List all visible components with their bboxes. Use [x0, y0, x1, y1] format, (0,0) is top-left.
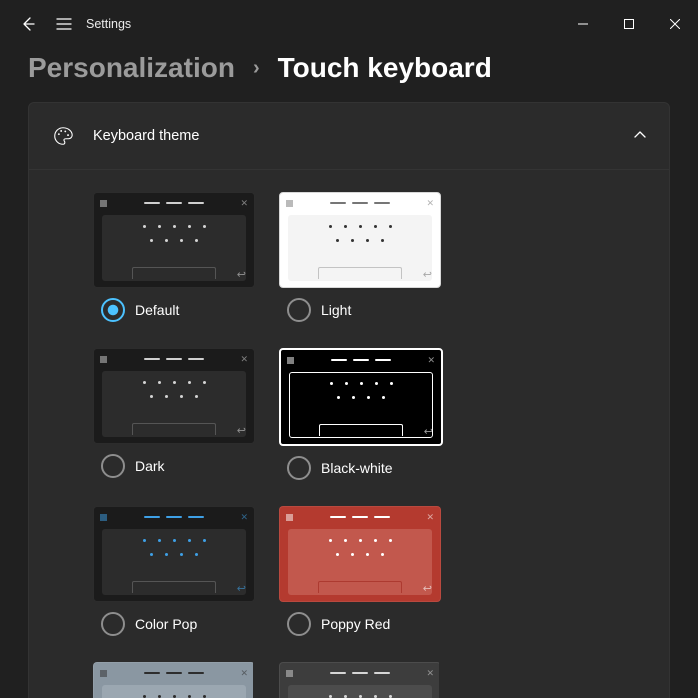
theme-grid: ✕ ↩ Default ✕ ↩ Light	[29, 170, 669, 698]
theme-preview: ✕	[279, 662, 439, 698]
breadcrumb-current: Touch keyboard	[278, 52, 492, 84]
theme-option-light[interactable]: ✕ ↩ Light	[279, 192, 439, 322]
window-title: Settings	[86, 17, 131, 31]
window-controls	[560, 8, 698, 40]
theme-label: Poppy Red	[321, 616, 390, 632]
titlebar: Settings	[0, 0, 698, 48]
theme-label: Dark	[135, 458, 165, 474]
back-arrow-icon	[20, 16, 36, 32]
maximize-icon	[624, 19, 634, 29]
radio-button[interactable]	[101, 298, 125, 322]
radio-button[interactable]	[101, 454, 125, 478]
maximize-button[interactable]	[606, 8, 652, 40]
theme-label: Default	[135, 302, 179, 318]
nav-menu-button[interactable]	[46, 0, 82, 48]
chevron-up-icon	[633, 128, 647, 145]
breadcrumb: Personalization › Touch keyboard	[0, 48, 698, 102]
theme-preview: ✕ ↩	[279, 506, 441, 602]
minimize-button[interactable]	[560, 8, 606, 40]
theme-option-poppy-red[interactable]: ✕ ↩ Poppy Red	[279, 506, 439, 636]
theme-label: Light	[321, 302, 351, 318]
card-title: Keyboard theme	[93, 128, 615, 144]
radio-button[interactable]	[287, 612, 311, 636]
hamburger-icon	[56, 18, 72, 30]
minimize-icon	[578, 19, 588, 29]
theme-option-partial[interactable]: ✕	[279, 662, 439, 698]
radio-button[interactable]	[287, 456, 311, 480]
theme-option-black-white[interactable]: ✕ ↩ Black-white	[279, 348, 439, 480]
theme-preview: ✕	[93, 662, 253, 698]
theme-label: Color Pop	[135, 616, 197, 632]
theme-option-dark[interactable]: ✕ ↩ Dark	[93, 348, 253, 480]
radio-button[interactable]	[101, 612, 125, 636]
breadcrumb-parent[interactable]: Personalization	[28, 52, 235, 84]
theme-option-default[interactable]: ✕ ↩ Default	[93, 192, 253, 322]
theme-preview: ✕ ↩	[93, 506, 255, 602]
chevron-right-icon: ›	[253, 57, 260, 80]
back-button[interactable]	[10, 0, 46, 48]
close-icon	[670, 19, 680, 29]
theme-preview: ✕ ↩	[279, 192, 441, 288]
theme-option-color-pop[interactable]: ✕ ↩ Color Pop	[93, 506, 253, 636]
theme-preview: ✕ ↩	[93, 348, 255, 444]
theme-label: Black-white	[321, 460, 393, 476]
theme-option-partial[interactable]: ✕	[93, 662, 253, 698]
card-header[interactable]: Keyboard theme	[29, 103, 669, 170]
palette-icon	[51, 124, 75, 148]
keyboard-theme-card: Keyboard theme ✕ ↩ Default ✕	[28, 102, 670, 698]
close-button[interactable]	[652, 8, 698, 40]
radio-button[interactable]	[287, 298, 311, 322]
theme-preview: ✕ ↩	[93, 192, 255, 288]
theme-preview: ✕ ↩	[279, 348, 443, 446]
